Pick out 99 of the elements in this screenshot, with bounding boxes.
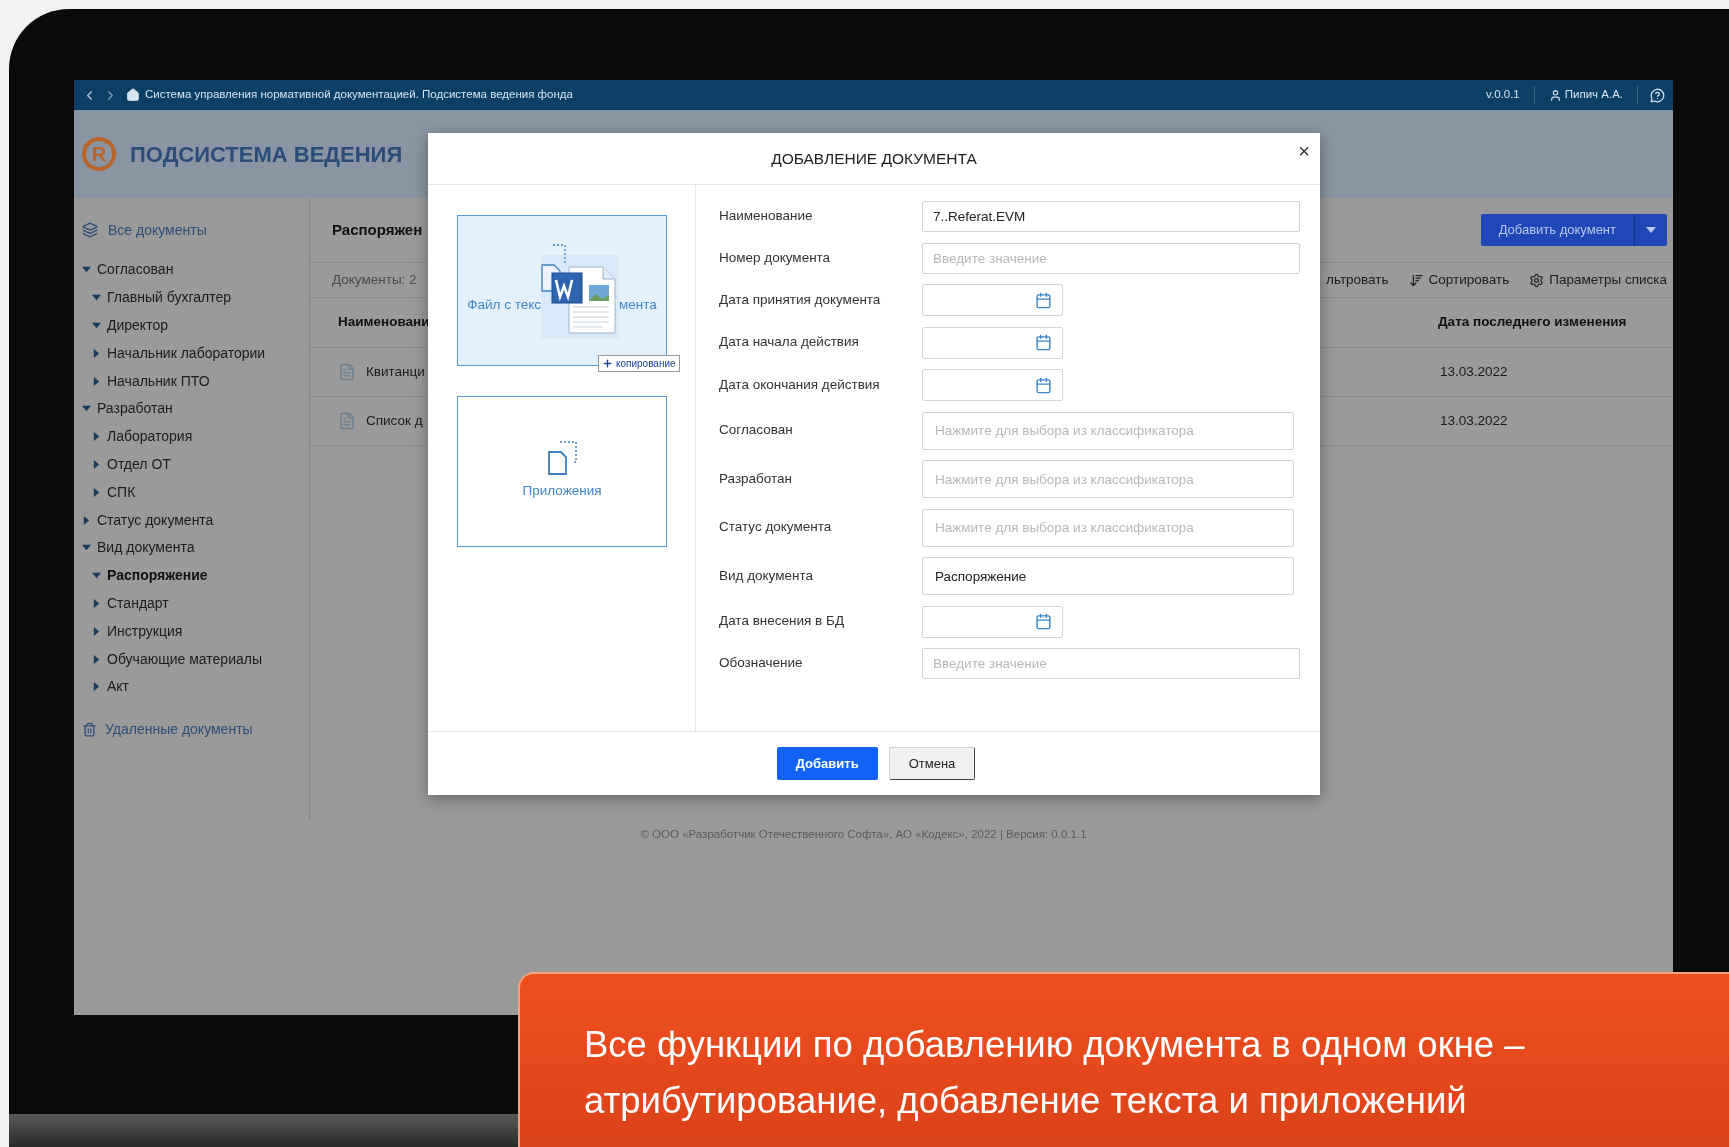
caret-icon[interactable] bbox=[92, 682, 101, 692]
field-label: Номер документа bbox=[719, 248, 832, 267]
caret-icon[interactable] bbox=[92, 598, 101, 608]
tree-item[interactable]: Начальник ПТО bbox=[107, 370, 210, 392]
caret-icon[interactable] bbox=[92, 571, 101, 581]
tree-item[interactable]: Главный бухгалтер bbox=[107, 287, 231, 309]
input-field[interactable]: Введите значение bbox=[922, 242, 1300, 274]
field-label: Дата начала действия bbox=[719, 333, 860, 352]
tree-item[interactable]: Лаборатория bbox=[107, 426, 193, 448]
caret-icon[interactable] bbox=[92, 459, 101, 469]
input-field[interactable]: Введите значение bbox=[922, 648, 1300, 679]
calendar-icon[interactable] bbox=[1035, 291, 1052, 309]
caret-icon[interactable] bbox=[82, 404, 91, 414]
calendar-icon[interactable] bbox=[1035, 613, 1052, 630]
tree-item[interactable]: Разработан bbox=[97, 398, 173, 420]
user-name[interactable]: Пипич А.А. bbox=[1564, 86, 1623, 104]
calendar-icon[interactable] bbox=[1035, 376, 1052, 394]
tree-item[interactable]: Распоряжение bbox=[107, 565, 208, 587]
caret-icon[interactable] bbox=[92, 376, 101, 386]
caret-icon[interactable] bbox=[82, 515, 91, 525]
tree-item[interactable]: Обучающие материалы bbox=[107, 648, 262, 670]
cancel-button[interactable]: Отмена bbox=[888, 747, 976, 780]
field-label: Наименование bbox=[719, 207, 814, 226]
field-label: Дата внесения в БД bbox=[719, 612, 846, 631]
field-label: Согласован bbox=[719, 421, 794, 440]
sort-icon bbox=[1408, 272, 1424, 288]
date-field[interactable] bbox=[922, 605, 1063, 638]
dialog-title: ДОБАВЛЕНИЕ ДОКУМЕНТА bbox=[771, 148, 977, 169]
classifier-field[interactable]: Нажмите для выбора из классификатора bbox=[922, 508, 1294, 547]
drop-zone-label: Файл с текс bbox=[467, 296, 541, 315]
layers-icon bbox=[82, 222, 98, 238]
caption-text: атрибутирование, добавление текста и приложений bbox=[584, 1079, 1468, 1123]
table-cell-text: Список д bbox=[366, 411, 423, 430]
date-field[interactable] bbox=[922, 326, 1063, 359]
version-label: v.0.0.1 bbox=[1486, 86, 1535, 104]
caret-icon[interactable] bbox=[82, 543, 91, 553]
tree-item[interactable]: Статус документа bbox=[97, 509, 214, 531]
breadcrumb-title: Система управления нормативной документацией. Подсистема ведения фонда bbox=[145, 87, 573, 103]
documents-count: Документы: 2 bbox=[332, 270, 417, 289]
app-title: ПОДСИСТЕМА ВЕДЕНИЯ bbox=[130, 140, 403, 169]
settings-icon bbox=[1529, 272, 1545, 288]
document-icon bbox=[338, 363, 356, 381]
attachments-drop-zone[interactable]: Приложения bbox=[457, 396, 667, 547]
tree-item[interactable]: СПК bbox=[107, 481, 136, 503]
tree-item[interactable]: Согласован bbox=[97, 259, 174, 281]
column-header[interactable]: Дата последнего изменения bbox=[1438, 312, 1627, 333]
add-document-button[interactable]: Добавить документ bbox=[1480, 214, 1635, 246]
toolbar-action[interactable]: Сортировать bbox=[1408, 269, 1510, 291]
caret-icon bbox=[1646, 227, 1656, 233]
classifier-field[interactable]: Нажмите для выбора из классификатора bbox=[922, 411, 1294, 450]
field-label: Разработан bbox=[719, 469, 794, 488]
field-label: Вид документа bbox=[719, 566, 814, 585]
toolbar-action[interactable]: льтровать bbox=[1326, 269, 1389, 291]
classifier-field[interactable]: Нажмите для выбора из классификатора bbox=[922, 460, 1294, 498]
plus-icon bbox=[602, 358, 613, 369]
caret-icon[interactable] bbox=[82, 265, 91, 275]
table-cell-text: 13.03.2022 bbox=[1440, 411, 1508, 430]
caret-icon[interactable] bbox=[92, 432, 101, 442]
deleted-documents-link[interactable]: Удаленные документы bbox=[105, 718, 253, 740]
tree-item[interactable]: Стандарт bbox=[107, 592, 169, 614]
classifier-field[interactable]: Распоряжение bbox=[922, 557, 1294, 595]
close-button[interactable]: × bbox=[1298, 141, 1310, 161]
drop-zone-label: мента bbox=[619, 296, 657, 315]
caret-icon[interactable] bbox=[92, 321, 101, 330]
field-label: Статус документа bbox=[719, 518, 833, 537]
help-icon[interactable] bbox=[1650, 87, 1665, 103]
trash-icon bbox=[82, 721, 97, 737]
input-field[interactable]: 7..Referat.EVM bbox=[922, 201, 1300, 232]
tree-item[interactable]: Начальник лаборатории bbox=[107, 342, 266, 364]
toolbar-action[interactable]: Параметры списка bbox=[1529, 269, 1667, 291]
tree-item[interactable]: Директор bbox=[107, 315, 168, 336]
caption-text: Все функции по добавлению документа в одном окне – bbox=[584, 1023, 1526, 1067]
document-icon bbox=[338, 412, 356, 430]
all-documents-link[interactable]: Все документы bbox=[108, 219, 207, 241]
table-cell-text: Квитанци bbox=[366, 362, 425, 381]
caret-icon[interactable] bbox=[92, 626, 101, 636]
caret-icon[interactable] bbox=[92, 293, 101, 303]
date-field[interactable] bbox=[922, 369, 1063, 401]
calendar-icon[interactable] bbox=[1035, 334, 1052, 351]
field-label: Обозначение bbox=[719, 654, 804, 673]
caret-icon[interactable] bbox=[92, 348, 101, 358]
page-heading: Распоряжен bbox=[332, 219, 423, 240]
tree-item[interactable]: Вид документа bbox=[97, 537, 195, 559]
home-icon[interactable] bbox=[126, 88, 140, 102]
footer-copyright: © ООО «Разработчик Отечественного Софта», АО «Кодекс», 2022 | Версия: 0.0.1.1 bbox=[640, 827, 1087, 842]
table-cell-text: 13.03.2022 bbox=[1440, 362, 1508, 381]
add-button[interactable]: Добавить bbox=[776, 747, 878, 780]
user-icon bbox=[1548, 88, 1562, 102]
files-icon bbox=[546, 441, 578, 476]
tree-item[interactable]: Акт bbox=[107, 676, 130, 698]
caret-icon[interactable] bbox=[92, 654, 101, 664]
date-field[interactable] bbox=[922, 284, 1063, 316]
logo: R bbox=[82, 137, 116, 171]
drop-zone-label: Приложения bbox=[522, 482, 602, 501]
tree-item[interactable]: Отдел ОТ bbox=[107, 453, 171, 475]
caret-icon[interactable] bbox=[92, 487, 101, 497]
field-label: Дата принятия документа bbox=[719, 290, 882, 309]
field-label: Дата окончания действия bbox=[719, 375, 881, 394]
tree-item[interactable]: Инструкция bbox=[107, 620, 183, 642]
